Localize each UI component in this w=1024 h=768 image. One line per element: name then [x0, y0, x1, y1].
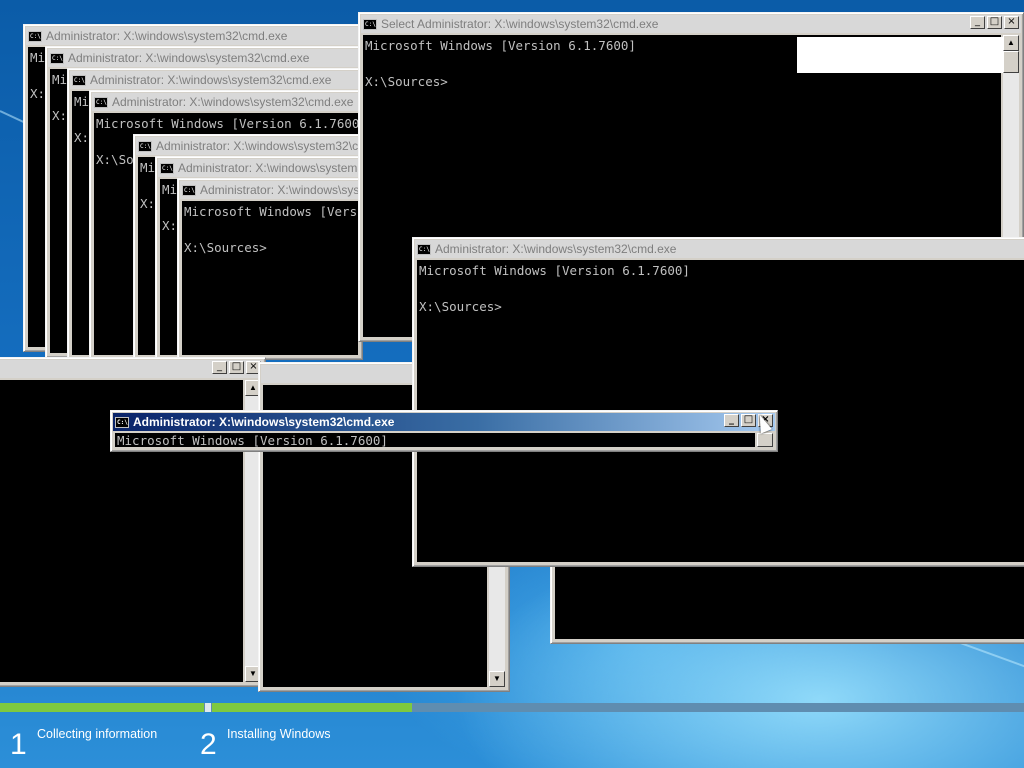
scroll-thumb[interactable] — [757, 433, 773, 447]
cmd-icon: C:\ — [363, 18, 377, 30]
step-2-label: Installing Windows — [227, 727, 331, 741]
cmd-window-right[interactable]: C:\ Administrator: X:\windows\system32\c… — [412, 237, 1024, 567]
step-1-number: 1 — [10, 728, 27, 761]
close-button[interactable]: × — [1004, 16, 1019, 29]
progress-step-1-fill — [0, 703, 204, 712]
minimize-button[interactable]: _ — [724, 414, 739, 427]
console-text: Microsoft Windows [Version 6.1.7600] — [117, 433, 388, 447]
window-title: Administrator: X:\windows\system32\cmd.e… — [156, 139, 360, 153]
progress-step-2-fill — [212, 703, 412, 712]
console-text: Microsoft Windows [Version 6.1.7600] — [419, 263, 690, 278]
console-text: X:\Sources> — [184, 240, 267, 255]
titlebar[interactable]: C:\ Administrator: X:\windows\system32\c… — [136, 137, 360, 155]
scroll-up-button[interactable]: ▲ — [1003, 35, 1019, 51]
titlebar[interactable]: _ □ × — [0, 360, 263, 378]
titlebar[interactable]: C:\ Administrator: X:\windows\system32\c… — [26, 27, 360, 45]
titlebar[interactable]: C:\ Administrator: X:\windows\system32\c… — [92, 93, 360, 111]
titlebar[interactable]: C:\ Administrator: X:\windows\system32\c… — [180, 181, 360, 199]
console-text: X:\Sources> — [365, 74, 448, 89]
console-text: Microsoft Windows [Version 6.1.7600] — [96, 116, 358, 131]
window-title: Administrator: X:\windows\system32\cmd.e… — [178, 161, 360, 175]
console-text: X:\Sources> — [419, 299, 502, 314]
window-title: Select Administrator: X:\windows\system3… — [381, 17, 659, 31]
titlebar[interactable]: C:\ Select Administrator: X:\windows\sys… — [361, 15, 1021, 33]
cmd-icon: C:\ — [72, 74, 86, 86]
cmd-icon: C:\ — [28, 30, 42, 42]
maximize-button[interactable]: □ — [987, 16, 1002, 29]
console-text: Microsoft Windows [Version 6.1.7600] — [184, 204, 358, 219]
window-title: Administrator: X:\windows\system32\cmd.e… — [200, 183, 360, 197]
progress-divider — [205, 703, 211, 712]
window-title: Administrator: X:\windows\system32\cmd.e… — [112, 95, 354, 109]
titlebar[interactable]: C:\ Administrator: X:\windows\system32\c… — [158, 159, 360, 177]
minimize-button[interactable]: _ — [212, 361, 227, 374]
selection-highlight — [797, 37, 1005, 73]
titlebar[interactable]: C:\ Administrator: X:\windows\system32\c… — [70, 71, 360, 89]
cmd-icon: C:\ — [160, 162, 174, 174]
window-title: Administrator: X:\windows\system32\cmd.e… — [46, 29, 288, 43]
cmd-icon: C:\ — [417, 243, 431, 255]
step-1-label: Collecting information — [37, 727, 158, 741]
minimize-button[interactable]: _ — [970, 16, 985, 29]
vertical-scrollbar[interactable] — [757, 433, 773, 447]
console-area[interactable]: Microsoft Windows [Version 6.1.7600] X:\… — [182, 201, 358, 355]
scroll-down-button[interactable]: ▼ — [489, 671, 505, 687]
window-title: Administrator: X:\windows\system32\cmd.e… — [90, 73, 332, 87]
window-title: Administrator: X:\windows\system32\cmd.e… — [133, 415, 395, 429]
setup-progress-bar — [0, 703, 1024, 712]
titlebar[interactable]: C:\ Administrator: X:\windows\system32\c… — [415, 240, 1024, 258]
step-2-number: 2 — [200, 728, 217, 761]
cmd-window-lower-left[interactable]: _ □ × ▲ ▼ — [0, 357, 266, 687]
cmd-icon: C:\ — [182, 184, 196, 196]
titlebar[interactable]: C:\ Administrator: X:\windows\system32\c… — [113, 413, 775, 431]
cmd-icon: C:\ — [138, 140, 152, 152]
window-title: Administrator: X:\windows\system32\cmd.e… — [435, 242, 677, 256]
scroll-thumb[interactable] — [1003, 51, 1019, 73]
titlebar[interactable]: C:\ Administrator: X:\windows\system32\c… — [48, 49, 360, 67]
cmd-window-active[interactable]: C:\ Administrator: X:\windows\system32\c… — [110, 410, 778, 452]
window-title: Administrator: X:\windows\system32\cmd.e… — [68, 51, 310, 65]
cmd-icon: C:\ — [115, 416, 129, 428]
console-area[interactable]: Microsoft Windows [Version 6.1.7600] — [115, 433, 755, 447]
cmd-window-stack-7[interactable]: C:\ Administrator: X:\windows\system32\c… — [177, 178, 363, 360]
cmd-icon: C:\ — [94, 96, 108, 108]
maximize-button[interactable]: □ — [229, 361, 244, 374]
cmd-icon: C:\ — [50, 52, 64, 64]
